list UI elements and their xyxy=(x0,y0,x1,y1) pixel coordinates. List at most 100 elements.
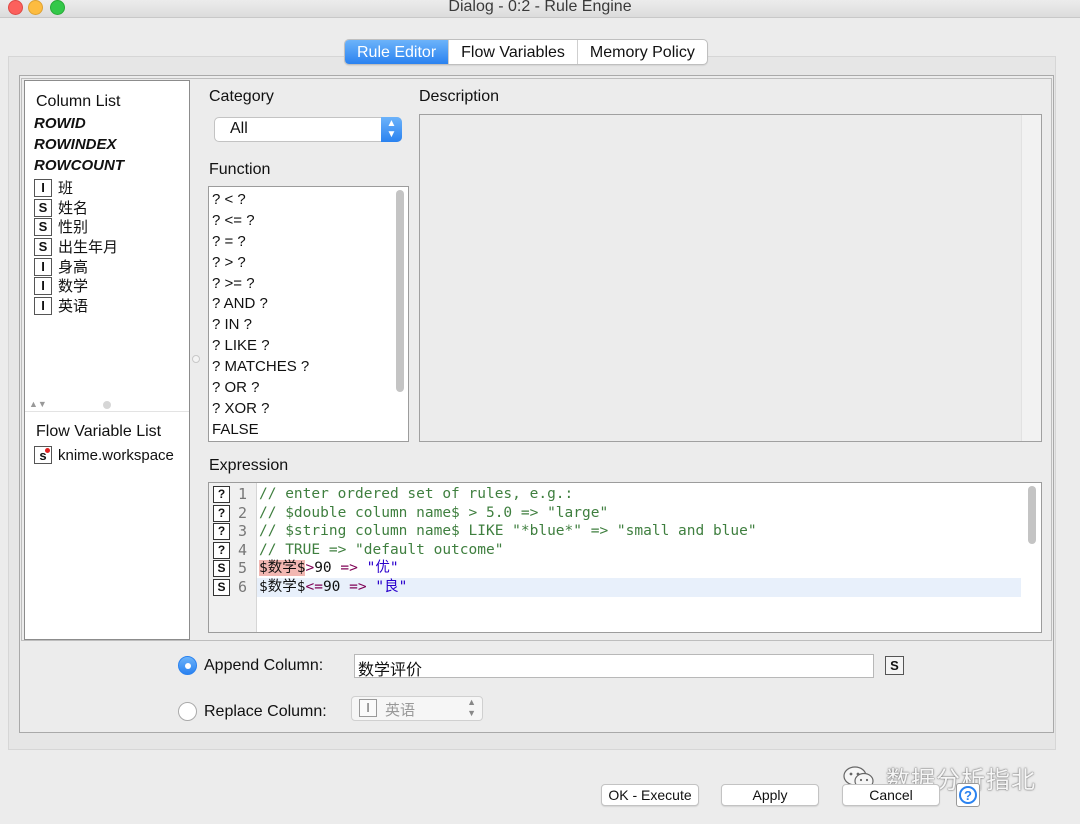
function-item[interactable]: ? OR ? xyxy=(212,379,260,396)
expression-editor[interactable]: ? 1 ? 2 ? 3 ? 4 S 5 S 6 // enter ordered… xyxy=(208,482,1042,633)
function-label: Function xyxy=(209,161,271,178)
integer-type-icon: I xyxy=(359,699,377,717)
column-item-rowindex[interactable]: ROWINDEX xyxy=(34,136,117,153)
column-reference: $数学$ xyxy=(259,579,306,595)
number: 90 xyxy=(314,560,332,576)
tab-memory-policy[interactable]: Memory Policy xyxy=(578,40,707,64)
select-stepper-icon: ▲ ▼ xyxy=(381,117,402,142)
column-item-rowcount[interactable]: ROWCOUNT xyxy=(34,157,124,174)
splitter-handle-icon[interactable] xyxy=(103,401,111,409)
column-item[interactable]: S 姓名 xyxy=(34,197,88,218)
function-item[interactable]: ? <= ? xyxy=(212,212,255,229)
column-item[interactable]: I 英语 xyxy=(34,295,88,316)
radio-dot-icon xyxy=(185,663,191,669)
string-literal: "良" xyxy=(375,579,408,595)
column-list-heading: Column List xyxy=(36,93,121,110)
column-reference: $数学$ xyxy=(259,560,306,576)
function-item[interactable]: ? < ? xyxy=(212,191,246,208)
column-list-panel: Column List ROWID ROWINDEX ROWCOUNT I 班 … xyxy=(24,80,190,640)
expression-scrollbar[interactable] xyxy=(1028,486,1036,544)
column-item[interactable]: I 数学 xyxy=(34,275,88,296)
integer-type-icon: I xyxy=(34,296,52,315)
append-column-radio[interactable] xyxy=(178,656,197,675)
category-value: All xyxy=(230,120,248,137)
replace-column-label: Replace Column: xyxy=(204,703,327,720)
flow-variable-name: knime.workspace xyxy=(58,446,174,464)
code-line-current: $数学$<=90 => "良" xyxy=(257,578,1021,597)
help-button[interactable]: ? xyxy=(956,783,980,807)
integer-type-icon: I xyxy=(34,276,52,295)
function-item[interactable]: ? LIKE ? xyxy=(212,337,270,354)
category-select[interactable]: All ▲ ▼ xyxy=(214,117,402,142)
function-item[interactable]: ? > ? xyxy=(212,254,246,271)
column-name: 英语 xyxy=(58,298,89,315)
line-number: 1 xyxy=(238,485,248,503)
window-title: Dialog - 0:2 - Rule Engine xyxy=(448,0,632,15)
line-number: 3 xyxy=(238,522,248,540)
replace-column-select[interactable]: I 英语 ▲ ▼ xyxy=(351,696,483,721)
column-name: 班 xyxy=(58,180,74,197)
line-marker-icon: ? xyxy=(213,505,230,522)
line-marker-icon: ? xyxy=(213,486,230,503)
column-item[interactable]: S 出生年月 xyxy=(34,236,118,257)
function-list[interactable]: ? < ? ? <= ? ? = ? ? > ? ? >= ? ? AND ? … xyxy=(208,186,409,442)
code-line: // $double column name$ > 5.0 => "large" xyxy=(259,505,609,521)
function-item[interactable]: ? >= ? xyxy=(212,275,255,292)
function-item[interactable]: ? XOR ? xyxy=(212,400,270,417)
splitter-arrows-icon[interactable]: ▲▼ xyxy=(29,399,47,409)
function-item[interactable]: ? = ? xyxy=(212,233,246,250)
category-label: Category xyxy=(209,88,274,105)
arrow-operator: => xyxy=(340,560,358,576)
flow-variable-list-heading: Flow Variable List xyxy=(36,423,162,440)
operator: > xyxy=(305,560,315,576)
code-line: $数学$>90 => "优" xyxy=(257,559,1021,578)
function-item[interactable]: FALSE xyxy=(212,421,259,438)
append-column-label: Append Column: xyxy=(204,657,324,674)
arrow-operator: => xyxy=(349,579,367,595)
string-type-icon: S xyxy=(34,217,52,236)
string-type-icon: S xyxy=(34,198,52,217)
flow-variable-item[interactable]: s knime.workspace xyxy=(34,446,174,464)
function-list-scrollbar[interactable] xyxy=(396,190,404,392)
column-item-rowid[interactable]: ROWID xyxy=(34,115,86,132)
line-marker-icon: ? xyxy=(213,523,230,540)
ok-execute-button[interactable]: OK - Execute xyxy=(601,784,699,806)
column-item[interactable]: S 性别 xyxy=(34,216,88,237)
function-item[interactable]: ? AND ? xyxy=(212,295,268,312)
replace-column-radio[interactable] xyxy=(178,702,197,721)
line-marker-icon: ? xyxy=(213,542,230,559)
select-stepper-icon: ▲ ▼ xyxy=(467,697,476,718)
line-marker-icon: S xyxy=(213,560,230,577)
line-marker-icon: S xyxy=(213,579,230,596)
help-icon: ? xyxy=(959,786,977,804)
flow-variable-dot-icon xyxy=(45,448,50,453)
list-splitter[interactable]: ▲▼ xyxy=(25,399,189,411)
column-name: 身高 xyxy=(58,259,89,276)
column-item[interactable]: I 身高 xyxy=(34,256,88,277)
panel-resize-handle[interactable] xyxy=(192,355,200,363)
cancel-button[interactable]: Cancel xyxy=(842,784,940,806)
string-literal: "优" xyxy=(366,560,399,576)
description-label: Description xyxy=(419,88,500,105)
line-number: 5 xyxy=(238,559,248,577)
tab-rule-editor[interactable]: Rule Editor xyxy=(345,40,450,64)
description-scrollbar-track[interactable] xyxy=(1021,115,1041,441)
column-name: 姓名 xyxy=(58,200,89,217)
append-column-input[interactable]: 数学评价 xyxy=(354,654,874,679)
expression-label: Expression xyxy=(209,457,289,474)
line-number: 4 xyxy=(238,541,248,559)
function-item[interactable]: ? MATCHES ? xyxy=(212,358,309,375)
integer-type-icon: I xyxy=(34,257,52,276)
function-item[interactable]: ? IN ? xyxy=(212,316,252,333)
string-type-icon: S xyxy=(34,237,52,256)
operator: <= xyxy=(305,579,323,595)
line-number: 6 xyxy=(238,578,248,596)
code-line: // TRUE => "default outcome" xyxy=(259,542,504,558)
tab-flow-variables[interactable]: Flow Variables xyxy=(449,40,578,64)
column-name: 数学 xyxy=(58,278,89,295)
apply-button[interactable]: Apply xyxy=(721,784,819,806)
string-type-icon: S xyxy=(885,656,904,675)
tab-bar: Rule Editor Flow Variables Memory Policy xyxy=(344,39,708,65)
line-gutter: ? 1 ? 2 ? 3 ? 4 S 5 S 6 xyxy=(209,483,257,632)
column-item[interactable]: I 班 xyxy=(34,177,73,198)
